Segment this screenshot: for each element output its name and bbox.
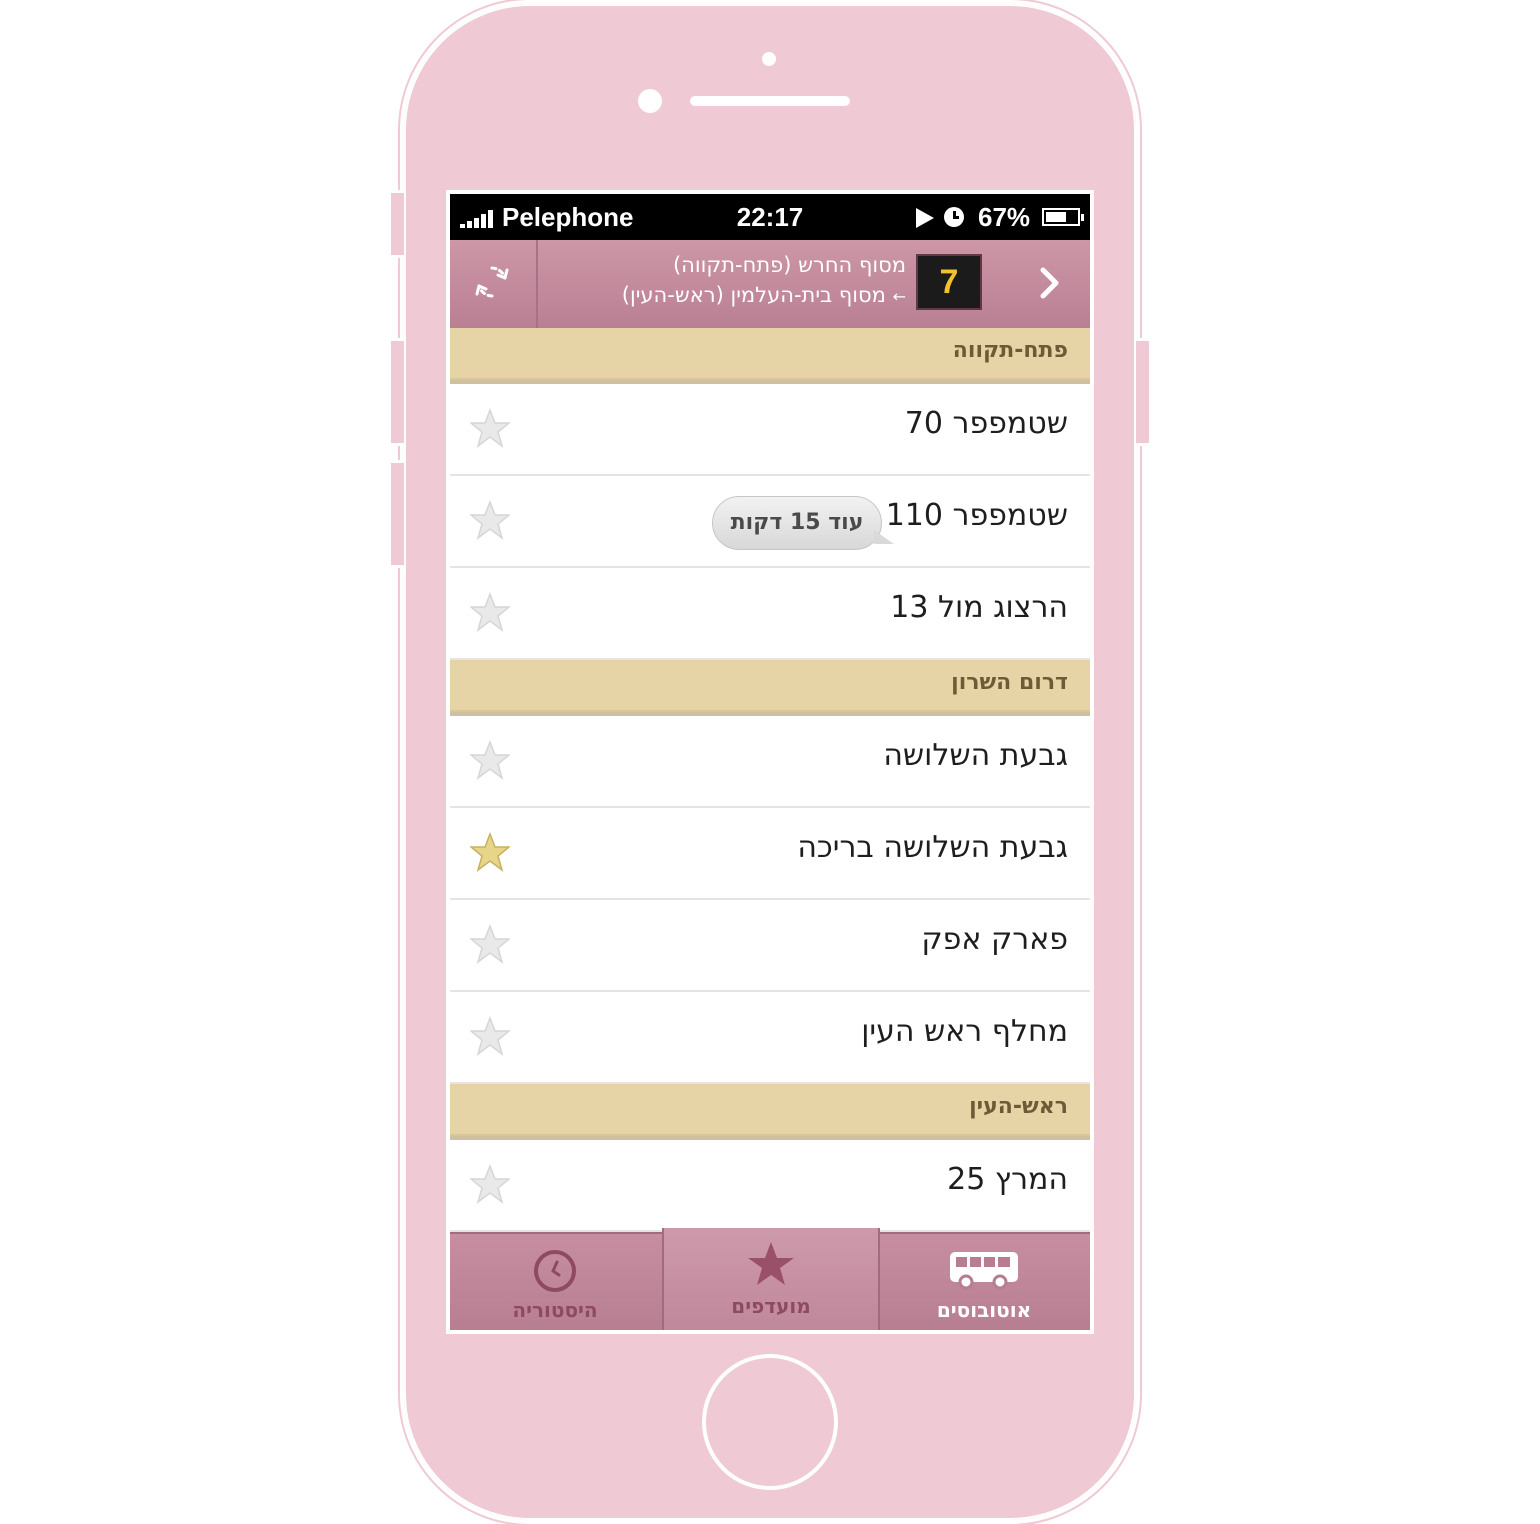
section-title: ראש-העין bbox=[969, 1094, 1068, 1119]
stop-name: שטמפפר 70 bbox=[904, 406, 1068, 441]
section-header: דרום השרון bbox=[450, 660, 1090, 716]
home-button[interactable] bbox=[702, 1354, 838, 1490]
battery-fill bbox=[1046, 212, 1066, 222]
route-description: מסוף החרש (פתח-תקווה) ← מסוף בית-העלמין … bbox=[550, 250, 906, 312]
alarm-icon bbox=[944, 207, 964, 227]
favorite-star-icon[interactable] bbox=[468, 591, 512, 632]
tab-label: אוטובוסים bbox=[936, 1298, 1032, 1322]
favorite-star-icon[interactable] bbox=[468, 407, 512, 448]
power-button bbox=[1136, 338, 1152, 446]
stop-name: גבעת השלושה בריכה bbox=[797, 830, 1068, 865]
route-arrow: ← bbox=[892, 287, 906, 306]
stop-row[interactable]: פארק אפק bbox=[450, 900, 1090, 992]
line-number-badge: 7 bbox=[916, 254, 982, 310]
refresh-icon[interactable] bbox=[472, 262, 512, 302]
stop-row[interactable]: גבעת השלושה בריכה bbox=[450, 808, 1090, 900]
chevron-right-icon[interactable] bbox=[1026, 260, 1072, 306]
section-header: ראש-העין bbox=[450, 1084, 1090, 1140]
section-title: פתח-תקווה bbox=[952, 338, 1068, 363]
section-header: פתח-תקווה bbox=[450, 328, 1090, 384]
status-time: 22:17 bbox=[736, 202, 804, 232]
star-icon bbox=[746, 1240, 796, 1292]
mute-switch bbox=[388, 190, 404, 258]
tab-label: היסטוריה bbox=[512, 1298, 598, 1322]
stop-name: המרץ 25 bbox=[947, 1162, 1068, 1197]
stop-name: פארק אפק bbox=[921, 922, 1068, 957]
stop-row[interactable]: שטמפפר 110 עוד 15 דקות bbox=[450, 476, 1090, 568]
stop-row[interactable]: מחלף ראש העין bbox=[450, 992, 1090, 1084]
favorite-star-icon[interactable] bbox=[468, 1015, 512, 1056]
favorite-star-icon[interactable] bbox=[468, 1163, 512, 1204]
bus-icon bbox=[948, 1248, 1020, 1298]
carrier-name: Pelephone bbox=[502, 202, 634, 232]
stop-row[interactable]: הרצוג מול 13 bbox=[450, 568, 1090, 660]
volume-up-button bbox=[388, 338, 404, 446]
route-destination: מסוף בית-העלמין (ראש-העין) bbox=[621, 283, 886, 307]
section-title: דרום השרון bbox=[951, 670, 1068, 695]
favorite-star-icon[interactable] bbox=[468, 739, 512, 780]
route-origin: מסוף החרש (פתח-תקווה) bbox=[672, 253, 906, 277]
stop-row[interactable]: המרץ 25 bbox=[450, 1140, 1090, 1232]
stop-row[interactable]: שטמפפר 70 bbox=[450, 384, 1090, 476]
front-camera bbox=[762, 52, 776, 66]
proximity-sensor bbox=[638, 89, 662, 113]
route-nav-bar: מסוף החרש (פתח-תקווה) ← מסוף בית-העלמין … bbox=[450, 240, 1090, 330]
stop-name: שטמפפר 110 bbox=[885, 498, 1068, 533]
favorite-star-icon[interactable] bbox=[468, 831, 512, 872]
stop-name: גבעת השלושה bbox=[883, 738, 1068, 773]
tab-buses[interactable]: אוטובוסים bbox=[878, 1234, 1090, 1330]
signal-strength-icon bbox=[460, 208, 500, 228]
battery-icon bbox=[1042, 208, 1084, 226]
eta-bubble: עוד 15 דקות bbox=[712, 496, 882, 550]
eta-bubble-tail bbox=[874, 530, 894, 544]
tab-history[interactable]: היסטוריה bbox=[450, 1234, 660, 1330]
stop-name: מחלף ראש העין bbox=[861, 1014, 1068, 1049]
favorite-star-icon[interactable] bbox=[468, 923, 512, 964]
stop-name: הרצוג מול 13 bbox=[890, 590, 1068, 625]
phone-screen: Pelephone 22:17 67% מסוף החרש (פתח-תקווה… bbox=[446, 190, 1094, 1334]
tab-favorites[interactable]: מועדפים bbox=[662, 1228, 880, 1330]
volume-down-button bbox=[388, 460, 404, 568]
favorite-star-icon[interactable] bbox=[468, 499, 512, 540]
nav-divider bbox=[536, 240, 538, 328]
route-destination-row: ← מסוף בית-העלמין (ראש-העין) bbox=[550, 280, 906, 312]
status-bar: Pelephone 22:17 67% bbox=[450, 194, 1090, 240]
stop-row[interactable]: גבעת השלושה bbox=[450, 716, 1090, 808]
tab-label: מועדפים bbox=[731, 1294, 811, 1318]
clock-icon bbox=[532, 1248, 578, 1298]
play-icon bbox=[916, 208, 934, 228]
battery-percentage: 67% bbox=[978, 202, 1031, 232]
tab-bar: היסטוריה מועדפים אוטובוסים bbox=[450, 1228, 1090, 1330]
earpiece-speaker bbox=[690, 96, 850, 106]
stops-list: פתח-תקווה שטמפפר 70 שטמפפר 110 עוד 15 דק… bbox=[450, 328, 1090, 1232]
